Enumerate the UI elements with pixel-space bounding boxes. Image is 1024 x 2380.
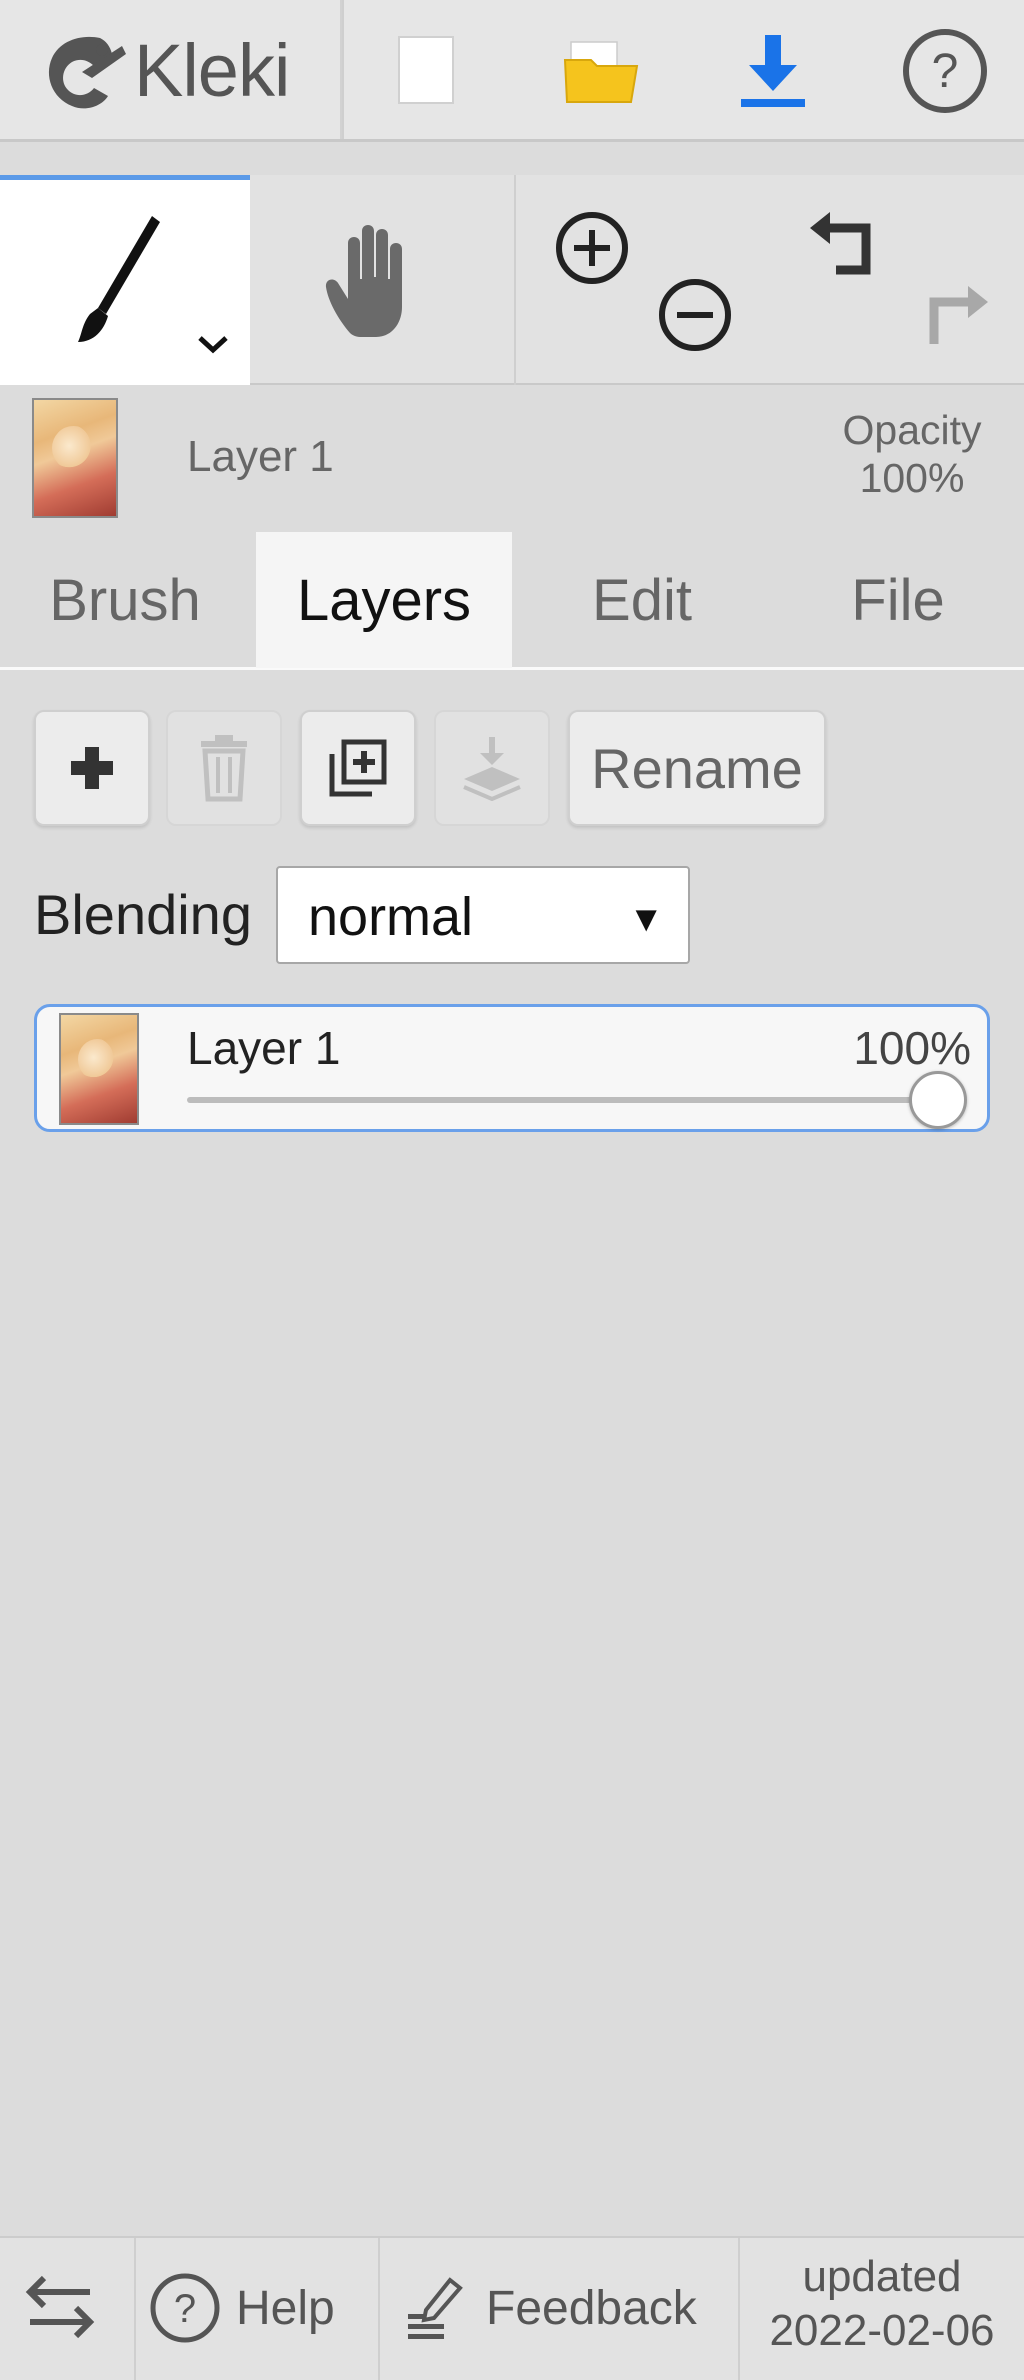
rename-layer-button[interactable]: Rename (568, 710, 826, 826)
merge-down-button[interactable] (434, 710, 550, 826)
layer-opacity-slider-handle[interactable] (909, 1071, 967, 1129)
duplicate-layer-icon (329, 739, 387, 797)
help-icon: ? (903, 29, 987, 113)
opacity-value: 100% (859, 455, 965, 501)
add-layer-icon (71, 747, 113, 789)
swap-side-button[interactable] (20, 2272, 120, 2348)
blending-label: Blending (34, 883, 252, 946)
undo-button[interactable] (806, 206, 886, 286)
layer-summary-thumbnail (32, 398, 118, 518)
divider (378, 2238, 380, 2380)
blending-select[interactable]: normal ▼ (276, 866, 690, 964)
help-button[interactable]: ? (900, 26, 990, 116)
swap-arrows-icon (25, 2275, 95, 2339)
layer-list-item[interactable]: Layer 1 100% (34, 1004, 990, 1132)
zoom-in-icon (556, 212, 628, 284)
download-icon (741, 35, 805, 107)
undo-icon (810, 212, 871, 275)
update-info: updated 2022-02-06 (740, 2250, 1024, 2358)
feedback-button[interactable]: Feedback (404, 2268, 734, 2348)
brush-icon (78, 216, 160, 342)
layer-opacity-slider[interactable] (187, 1097, 947, 1103)
feedback-label: Feedback (486, 2281, 697, 2335)
zoom-out-icon (659, 279, 731, 351)
svg-text:?: ? (932, 45, 959, 98)
kleki-logo-icon (48, 36, 126, 109)
tab-brush[interactable]: Brush (0, 532, 250, 668)
duplicate-layer-button[interactable] (300, 710, 416, 826)
merge-down-icon (463, 737, 521, 801)
feedback-pen-icon (408, 2277, 463, 2339)
footer-help-label: Help (236, 2281, 335, 2335)
svg-text:?: ? (174, 2287, 196, 2331)
zoom-out-button[interactable] (655, 275, 735, 355)
dropdown-arrow-icon: ▼ (628, 898, 664, 939)
redo-button[interactable] (912, 272, 992, 352)
opacity-label: Opacity (842, 407, 982, 453)
tab-edit[interactable]: Edit (512, 532, 772, 668)
new-file-button[interactable] (382, 26, 472, 116)
delete-layer-button[interactable] (166, 710, 282, 826)
layer-name: Layer 1 (187, 1022, 341, 1074)
blending-value: normal (308, 887, 474, 947)
app-logo-text: Kleki (134, 29, 290, 112)
divider (342, 0, 344, 139)
layer-thumbnail (59, 1013, 139, 1125)
tab-layers[interactable]: Layers (256, 532, 512, 668)
hand-tool-button[interactable] (250, 175, 514, 385)
footer-help-button[interactable]: ? Help (148, 2268, 378, 2348)
divider (514, 175, 516, 385)
delete-layer-icon (201, 735, 247, 802)
brush-tool-button[interactable] (0, 175, 250, 385)
updated-date: 2022-02-06 (769, 2306, 995, 2355)
app-logo: Kleki (0, 0, 342, 139)
open-button[interactable] (556, 26, 646, 116)
zoom-in-button[interactable] (552, 208, 632, 288)
hand-icon (325, 225, 402, 337)
current-layer-name: Layer 1 (187, 432, 334, 481)
open-folder-icon (563, 41, 639, 103)
help-icon: ? (150, 2273, 220, 2343)
new-file-icon (398, 36, 454, 104)
add-layer-button[interactable] (34, 710, 150, 826)
divider (134, 2238, 136, 2380)
chevron-down-icon[interactable] (196, 334, 230, 356)
current-layer-opacity: Opacity 100% (812, 406, 1012, 502)
redo-icon (929, 286, 988, 344)
tab-file[interactable]: File (772, 532, 1024, 668)
save-button[interactable] (728, 26, 818, 116)
layer-opacity-value: 100% (853, 1022, 971, 1074)
updated-label: updated (802, 2252, 962, 2301)
